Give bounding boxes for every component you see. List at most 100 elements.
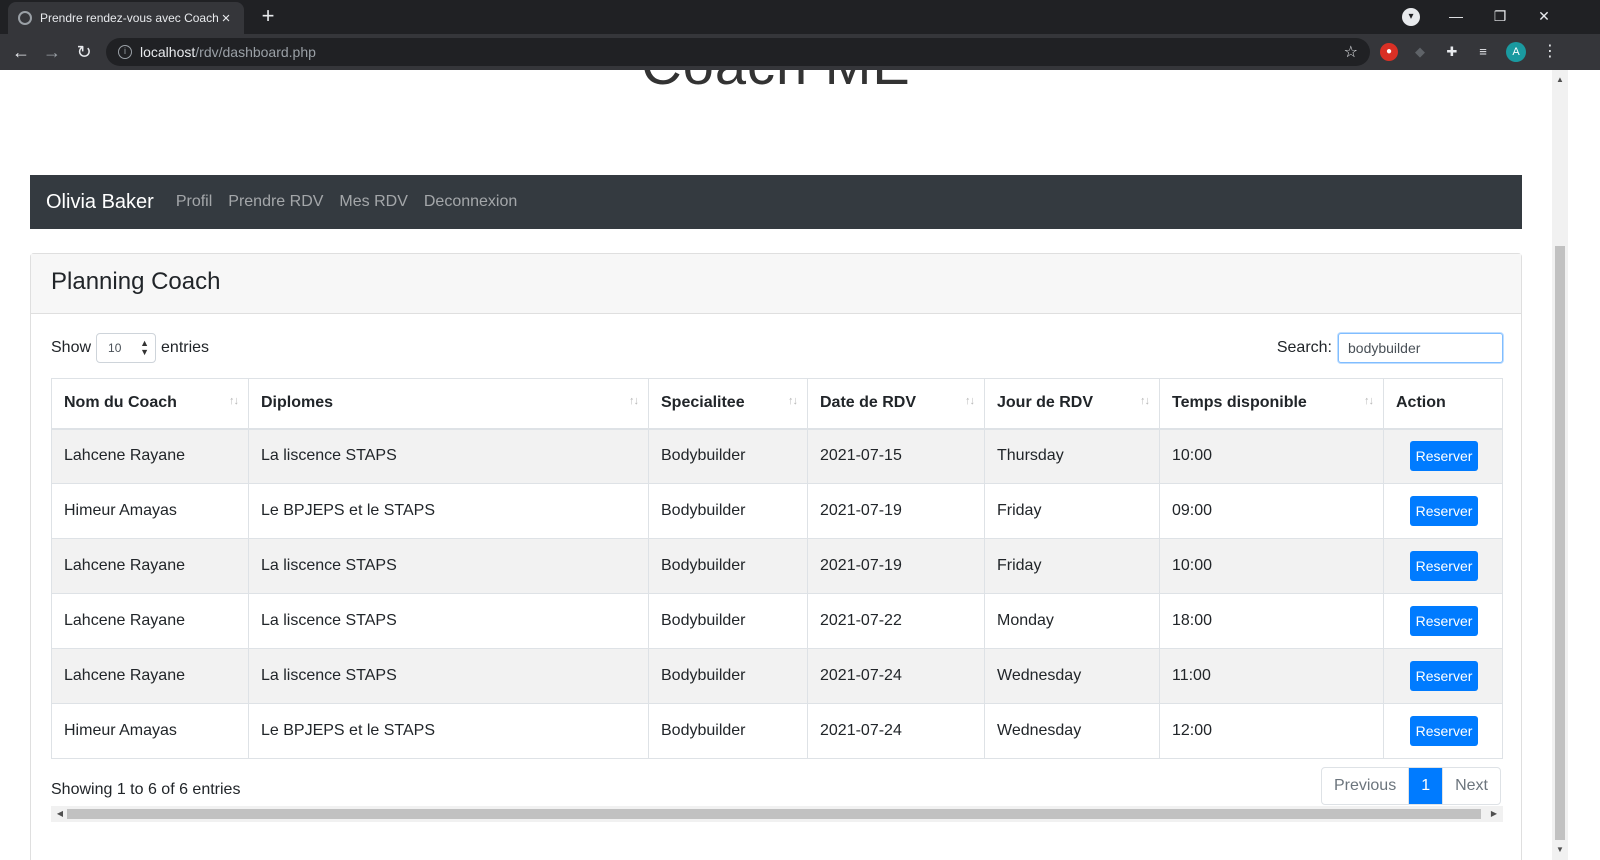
new-tab-button[interactable]: + — [256, 5, 280, 29]
reserver-button[interactable]: Reserver — [1410, 661, 1478, 691]
column-header[interactable]: Date de RDV ↑↓ — [807, 378, 985, 430]
nav-link-mes-rdv[interactable]: Mes RDV — [339, 193, 407, 211]
media-queue-icon[interactable]: ≡ — [1474, 43, 1492, 61]
url-path: /rdv/dashboard.php — [195, 44, 316, 60]
scroll-right-icon[interactable]: ▶ — [1487, 806, 1501, 822]
tab-title: Prendre rendez-vous avec Coach — [40, 11, 218, 25]
column-label: Date de RDV — [820, 394, 917, 412]
bookmark-star-icon[interactable]: ☆ — [1344, 42, 1358, 62]
cell-action: Reserver — [1383, 703, 1503, 759]
reserver-button[interactable]: Reserver — [1410, 606, 1478, 636]
sort-icon: ↑↓ — [1140, 395, 1150, 407]
pagination-page-1[interactable]: 1 — [1409, 768, 1443, 804]
navbar-brand[interactable]: Olivia Baker — [46, 191, 154, 214]
reserver-button[interactable]: Reserver — [1410, 551, 1478, 581]
column-header: Action — [1383, 378, 1503, 430]
card-title: Planning Coach — [31, 254, 1521, 314]
table-row: Lahcene Rayane La liscence STAPS Bodybui… — [51, 648, 1503, 704]
entries-length: Show 10 ▲ ▼ entries — [51, 333, 209, 363]
cell-temps: 12:00 — [1159, 703, 1384, 759]
cell-date: 2021-07-24 — [807, 703, 985, 759]
horizontal-scroll-thumb[interactable] — [67, 809, 1481, 819]
column-header[interactable]: Jour de RDV ↑↓ — [984, 378, 1160, 430]
cell-diplome: La liscence STAPS — [248, 648, 649, 704]
cell-jour: Wednesday — [984, 648, 1160, 704]
cell-jour: Wednesday — [984, 703, 1160, 759]
vertical-scroll-thumb[interactable] — [1555, 246, 1565, 840]
minimize-button[interactable]: — — [1434, 0, 1478, 34]
cell-coach: Lahcene Rayane — [51, 538, 249, 594]
reserver-button[interactable]: Reserver — [1410, 716, 1478, 746]
puzzle-icon[interactable]: ✚ — [1443, 43, 1461, 61]
pagination-next[interactable]: Next — [1442, 768, 1500, 804]
column-header[interactable]: Specialitee ↑↓ — [648, 378, 808, 430]
length-suffix: entries — [161, 339, 210, 356]
vertical-scrollbar[interactable]: ▲ ▼ — [1552, 70, 1568, 860]
scroll-up-icon[interactable]: ▲ — [1552, 72, 1568, 88]
pagination: Previous 1 Next — [1320, 767, 1501, 805]
forward-icon[interactable]: → — [40, 40, 64, 64]
table-row: Himeur Amayas Le BPJEPS et le STAPS Body… — [51, 703, 1503, 759]
scroll-left-icon[interactable]: ◀ — [53, 806, 67, 822]
cell-diplome: La liscence STAPS — [248, 593, 649, 649]
cell-action: Reserver — [1383, 483, 1503, 539]
table-row: Lahcene Rayane La liscence STAPS Bodybui… — [51, 428, 1503, 484]
reload-icon[interactable]: ↻ — [72, 40, 96, 64]
entries-select[interactable]: 10 — [96, 333, 157, 363]
profile-avatar[interactable]: A — [1506, 42, 1526, 62]
cell-temps: 09:00 — [1159, 483, 1384, 539]
column-header[interactable]: Nom du Coach ↑↓ — [51, 378, 249, 430]
column-header[interactable]: Diplomes ↑↓ — [248, 378, 649, 430]
entries-select-value: 10 — [108, 341, 122, 355]
back-icon[interactable]: ← — [9, 40, 33, 64]
cell-specialite: Bodybuilder — [648, 538, 808, 594]
cell-diplome: La liscence STAPS — [248, 538, 649, 594]
cell-specialite: Bodybuilder — [648, 428, 808, 484]
browser-menu-icon[interactable]: ⋮ — [1542, 40, 1558, 64]
column-header[interactable]: Temps disponible ↑↓ — [1159, 378, 1384, 430]
nav-link-deconnexion[interactable]: Deconnexion — [424, 193, 517, 211]
tab-close-icon[interactable]: × — [218, 10, 234, 27]
scroll-down-icon[interactable]: ▼ — [1552, 842, 1568, 858]
cell-action: Reserver — [1383, 593, 1503, 649]
cell-jour: Friday — [984, 483, 1160, 539]
window-close-button[interactable]: ✕ — [1522, 0, 1566, 34]
cell-action: Reserver — [1383, 428, 1503, 484]
cell-coach: Himeur Amayas — [51, 703, 249, 759]
cell-date: 2021-07-19 — [807, 538, 985, 594]
tab-bar: Prendre rendez-vous avec Coach × + ▾ — ❐… — [0, 0, 1600, 34]
table-info: Showing 1 to 6 of 6 entries — [51, 781, 241, 798]
cell-jour: Thursday — [984, 428, 1160, 484]
column-label: Jour de RDV — [997, 394, 1094, 412]
entries-select-wrap: 10 ▲ ▼ — [91, 333, 161, 363]
cell-jour: Monday — [984, 593, 1160, 649]
column-label: Diplomes — [261, 394, 334, 412]
search-filter: Search: — [1277, 333, 1503, 363]
horizontal-scrollbar[interactable]: ◀ ▶ — [51, 806, 1503, 822]
page: Coach ME Olivia Baker Profil Prendre RDV… — [0, 70, 1552, 860]
planning-table: Nom du Coach ↑↓ Diplomes ↑↓ Specialitee ↑↓ … — [51, 378, 1503, 759]
browser-tab[interactable]: Prendre rendez-vous avec Coach × — [8, 2, 244, 34]
extension-red-icon[interactable]: ● — [1380, 43, 1398, 61]
search-input[interactable] — [1338, 333, 1503, 363]
table-header-row: Nom du Coach ↑↓ Diplomes ↑↓ Specialitee ↑↓ … — [51, 378, 1503, 430]
reserver-button[interactable]: Reserver — [1410, 441, 1478, 472]
cell-diplome: Le BPJEPS et le STAPS — [248, 483, 649, 539]
reserver-button[interactable]: Reserver — [1410, 496, 1478, 526]
nav-link-profil[interactable]: Profil — [176, 193, 212, 211]
site-info-icon[interactable]: i — [118, 45, 132, 59]
cell-temps: 11:00 — [1159, 648, 1384, 704]
cell-diplome: Le BPJEPS et le STAPS — [248, 703, 649, 759]
restore-button[interactable]: ❐ — [1478, 0, 1522, 34]
length-prefix: Show — [51, 339, 92, 356]
extension-tag-icon[interactable]: ◆ — [1411, 43, 1429, 61]
column-label: Specialitee — [661, 394, 745, 412]
nav-link-prendre-rdv[interactable]: Prendre RDV — [228, 193, 323, 211]
address-bar[interactable]: i localhost/rdv/dashboard.php ☆ — [106, 38, 1370, 66]
sort-icon: ↑↓ — [629, 395, 639, 407]
sort-icon: ↑↓ — [229, 395, 239, 407]
cell-date: 2021-07-15 — [807, 428, 985, 484]
pagination-previous[interactable]: Previous — [1322, 768, 1410, 804]
column-label: Temps disponible — [1172, 394, 1307, 412]
tab-search-icon[interactable]: ▾ — [1402, 8, 1420, 26]
